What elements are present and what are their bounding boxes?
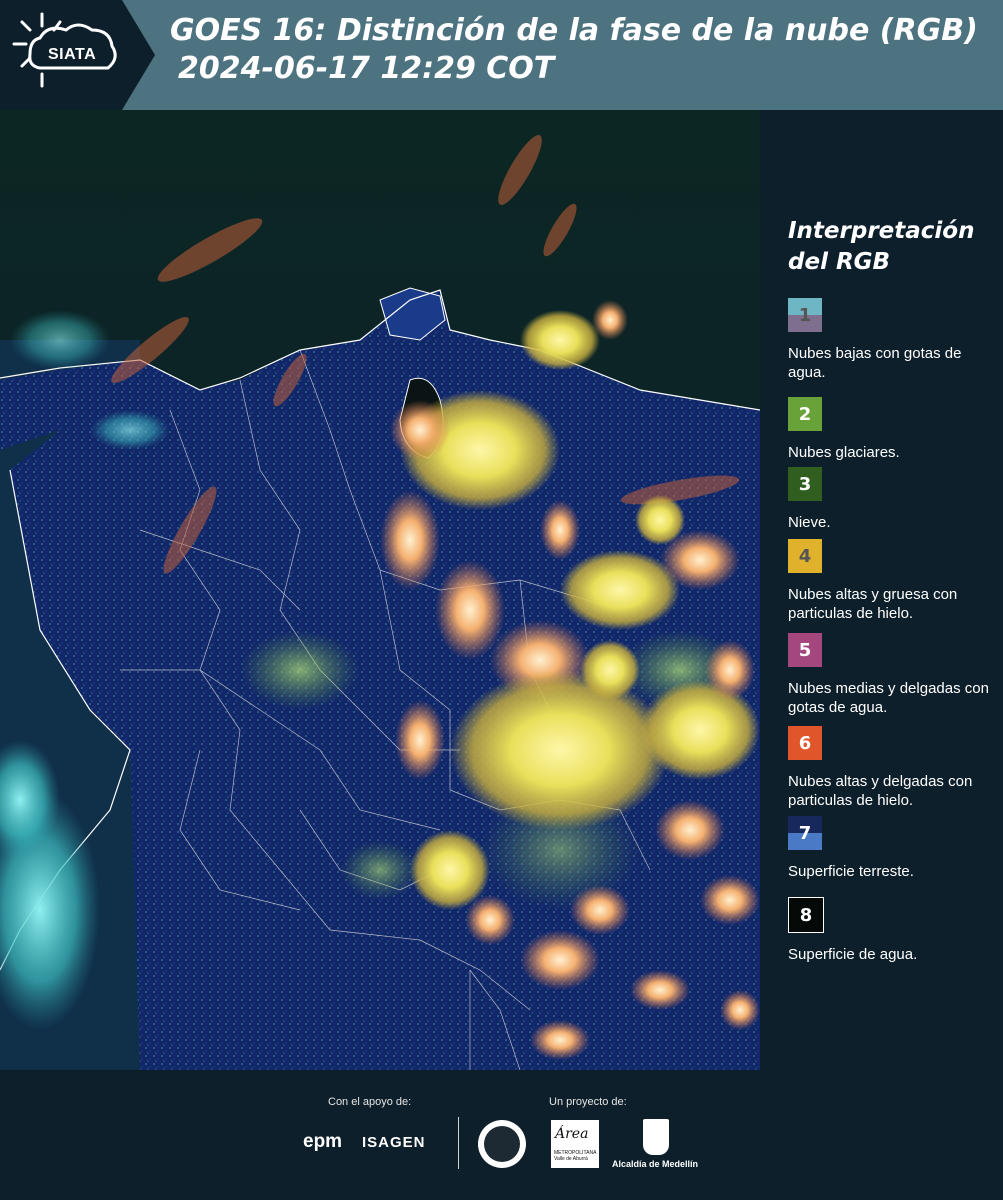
legend-title-line2: del RGB [788, 249, 891, 275]
title-line-product: GOES 16: Distinción de la fase de la nub… [170, 13, 978, 48]
footer: Con el apoyo de: Un proyecto de: epm ISA… [0, 1070, 1003, 1200]
legend-swatch-8: 8 [788, 897, 824, 933]
legend-number: 5 [798, 639, 812, 661]
legend-swatch-6: 6 [788, 726, 822, 760]
alcaldia-logo-text: Alcaldía de Medellín [612, 1159, 699, 1169]
legend-title: Interpretación del RGB [788, 216, 988, 278]
area-logo-text: Área [555, 1126, 589, 1142]
legend-number: 6 [798, 732, 812, 754]
area-metropolitana-logo: Área METROPOLITANA Valle de Aburrá [551, 1120, 599, 1168]
legend-label: Nubes altas y gruesa con particulas de h… [788, 586, 958, 622]
legend-number: 4 [798, 545, 812, 567]
legend-number: 3 [798, 473, 812, 495]
medellin-seal-logo [478, 1120, 526, 1168]
support-label: Con el apoyo de: [328, 1096, 412, 1108]
legend-item-8: 8 Superficie de agua. [788, 897, 998, 964]
legend-item-4: 4 Nubes altas y gruesa con particulas de … [788, 539, 998, 623]
legend-swatch-1: 1 [788, 298, 822, 332]
legend-item-2: 2 Nubes glaciares. [788, 397, 998, 462]
legend-label: Nubes altas y delgadas con particulas de… [788, 773, 973, 809]
siata-logo: SIATA [0, 0, 155, 110]
isagen-logo: ISAGEN [362, 1134, 426, 1151]
legend-number: 2 [798, 403, 812, 425]
legend-number: 8 [799, 904, 813, 926]
seal-inner [484, 1126, 520, 1162]
legend-item-6: 6 Nubes altas y delgadas con particulas d… [788, 726, 998, 810]
legend-swatch-3: 3 [788, 467, 822, 501]
legend-item-7: 7 Superficie terreste. [788, 816, 998, 881]
legend-number: 1 [798, 304, 812, 326]
legend-label: Nubes bajas con gotas de agua. [788, 345, 962, 381]
project-label: Un proyecto de: [549, 1096, 627, 1108]
siata-logo-text: SIATA [48, 46, 97, 63]
legend-item-3: 3 Nieve. [788, 467, 998, 532]
map-image [0, 110, 760, 1070]
legend-label: Nieve. [788, 514, 831, 531]
legend-item-5: 5 Nubes medias y delgadas con gotas de ag… [788, 633, 998, 717]
legend-panel: Interpretación del RGB 1 Nubes bajas con … [760, 110, 1003, 1070]
legend-title-line1: Interpretación [788, 218, 975, 244]
satellite-rgb-map [0, 110, 760, 1070]
alcaldia-shield-icon [643, 1119, 669, 1155]
epm-logo: epm [303, 1131, 343, 1152]
legend-swatch-4: 4 [788, 539, 822, 573]
legend-item-1: 1 Nubes bajas con gotas de agua. [788, 298, 998, 382]
legend-label: Nubes glaciares. [788, 444, 900, 461]
area-logo-subtext: METROPOLITANA Valle de Aburrá [554, 1150, 597, 1162]
page-title: GOES 16: Distinción de la fase de la nub… [170, 12, 978, 88]
legend-label: Nubes medias y delgadas con gotas de agu… [788, 680, 989, 716]
legend-swatch-2: 2 [788, 397, 822, 431]
legend-label: Superficie terreste. [788, 863, 914, 880]
footer-divider [458, 1117, 459, 1169]
legend-label: Superficie de agua. [788, 946, 918, 963]
legend-swatch-7: 7 [788, 816, 822, 850]
title-line-datetime: 2024-06-17 12:29 COT [178, 51, 555, 86]
legend-number: 7 [798, 822, 812, 844]
legend-swatch-5: 5 [788, 633, 822, 667]
header: SIATA GOES 16: Distinción de la fase de … [0, 0, 1003, 110]
